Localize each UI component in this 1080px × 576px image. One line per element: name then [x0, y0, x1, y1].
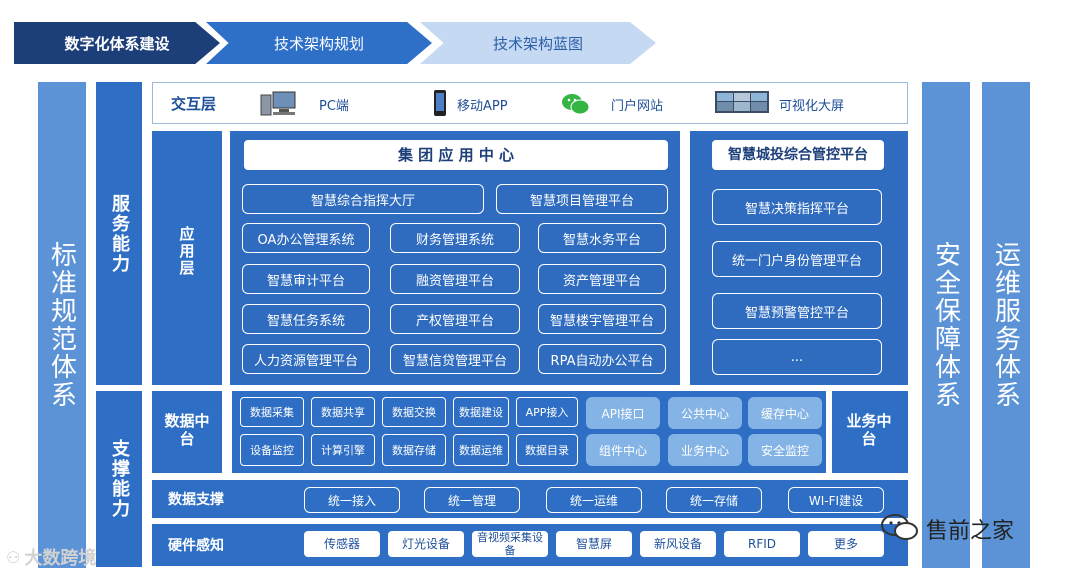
city-platform-item[interactable]: 统一门户身份管理平台 [712, 241, 882, 277]
breadcrumb-step-2[interactable]: 技术架构规划 [206, 22, 432, 64]
app-item[interactable]: 产权管理平台 [390, 304, 520, 334]
city-platform-title: 智慧城投综合管控平台 [712, 140, 884, 170]
hardware-item[interactable]: 灯光设备 [388, 531, 464, 557]
hardware-item[interactable]: 更多 [808, 531, 884, 557]
business-middle-item[interactable]: 安全监控 [748, 434, 822, 466]
hardware-item[interactable]: 音视频采集设备 [472, 531, 548, 557]
app-item[interactable]: 智慧楼宇管理平台 [538, 304, 666, 334]
data-support-item[interactable]: WI-FI建设 [788, 487, 884, 513]
app-item[interactable]: 智慧水务平台 [538, 223, 666, 253]
data-support-item[interactable]: 统一接入 [304, 487, 400, 513]
business-middle-item[interactable]: 组件中心 [586, 434, 660, 466]
service-capability-bar: 服务能力 [96, 82, 142, 385]
city-platform-item[interactable]: 智慧决策指挥平台 [712, 189, 882, 225]
hardware-item[interactable]: 传感器 [304, 531, 380, 557]
data-middle-item[interactable]: 计算引擎 [311, 434, 375, 466]
security-system-bar: 安全保障体系 [922, 82, 970, 568]
data-support-item[interactable]: 统一存储 [666, 487, 762, 513]
business-middle-item[interactable]: 业务中心 [668, 434, 742, 466]
breadcrumb-step-1[interactable]: 数字化体系建设 [14, 22, 220, 64]
business-middle-label: 业务中台 [846, 412, 892, 448]
business-middle-item[interactable]: 公共中心 [668, 397, 742, 429]
business-middle-item[interactable]: 缓存中心 [748, 397, 822, 429]
group-app-center-title: 集 团 应 用 中 心 [244, 140, 668, 170]
watermark-right-text: 售前之家 [926, 519, 1015, 544]
app-item[interactable]: 财务管理系统 [390, 223, 520, 253]
watermark-right: 售前之家 [880, 512, 1014, 546]
city-platform-item[interactable]: 智慧预警管控平台 [712, 293, 882, 329]
desktop-icon [259, 89, 297, 117]
app-layer-divider-2 [680, 131, 690, 385]
hardware-item[interactable]: 新风设备 [640, 531, 716, 557]
interaction-item-label[interactable]: 门户网站 [611, 95, 663, 114]
interaction-layer: 交互层 PC端 移动APP 门户网站 可视化大屏 [152, 82, 908, 124]
wechat-watermark-icon [880, 512, 920, 546]
data-middle-item[interactable]: 数据交换 [382, 397, 446, 427]
app-item[interactable]: 人力资源管理平台 [242, 344, 370, 374]
wechat-icon [561, 91, 591, 117]
data-middle-item[interactable]: 数据运维 [453, 434, 509, 466]
hardware-label: 硬件感知 [168, 538, 224, 554]
app-item[interactable]: 资产管理平台 [538, 264, 666, 294]
data-middle-label: 数据中台 [164, 412, 210, 448]
app-item[interactable]: 智慧项目管理平台 [496, 184, 668, 214]
data-middle-item[interactable]: APP接入 [516, 397, 578, 427]
data-support-item[interactable]: 统一管理 [424, 487, 520, 513]
app-item[interactable]: RPA自动办公平台 [538, 344, 666, 374]
hardware-item[interactable]: 智慧屏 [556, 531, 632, 557]
data-support-item[interactable]: 统一运维 [546, 487, 642, 513]
data-middle-item[interactable]: 数据采集 [240, 397, 304, 427]
watermark-left: ⚇ 大数跨境 [6, 544, 96, 570]
data-middle-item[interactable]: 数据存储 [382, 434, 446, 466]
data-support-label: 数据支撑 [168, 492, 224, 508]
data-middle-item[interactable]: 数据建设 [453, 397, 509, 427]
interaction-item-label[interactable]: 移动APP [457, 95, 508, 114]
watermark-logo-icon: ⚇ [6, 547, 21, 567]
app-item[interactable]: 智慧综合指挥大厅 [242, 184, 484, 214]
data-middle-item[interactable]: 设备监控 [240, 434, 304, 466]
big-screen-icon [715, 91, 769, 115]
app-layer-label: 应用层 [177, 226, 196, 277]
business-middle-item[interactable]: API接口 [586, 397, 660, 429]
app-item[interactable]: 智慧任务系统 [242, 304, 370, 334]
support-capability-bar: 支撑能力 [96, 391, 142, 567]
data-middle-item[interactable]: 数据目录 [516, 434, 578, 466]
app-item[interactable]: 智慧审计平台 [242, 264, 370, 294]
city-platform-item[interactable]: ... [712, 339, 882, 375]
interaction-item-label[interactable]: PC端 [319, 95, 349, 114]
standard-spec-bar: 标准规范体系 [38, 82, 86, 568]
app-item[interactable]: 融资管理平台 [390, 264, 520, 294]
interaction-layer-label: 交互层 [171, 95, 217, 113]
app-item[interactable]: 智慧信贷管理平台 [390, 344, 520, 374]
data-middle-item[interactable]: 数据共享 [311, 397, 375, 427]
app-item[interactable]: OA办公管理系统 [242, 223, 370, 253]
hardware-item[interactable]: RFID [724, 531, 800, 557]
watermark-left-text: 大数跨境 [24, 548, 97, 569]
mobile-phone-icon [431, 89, 449, 119]
breadcrumb-step-3[interactable]: 技术架构蓝图 [420, 22, 656, 64]
app-layer-divider [222, 131, 230, 385]
interaction-item-label[interactable]: 可视化大屏 [779, 95, 844, 114]
ops-service-bar: 运维服务体系 [982, 82, 1030, 568]
